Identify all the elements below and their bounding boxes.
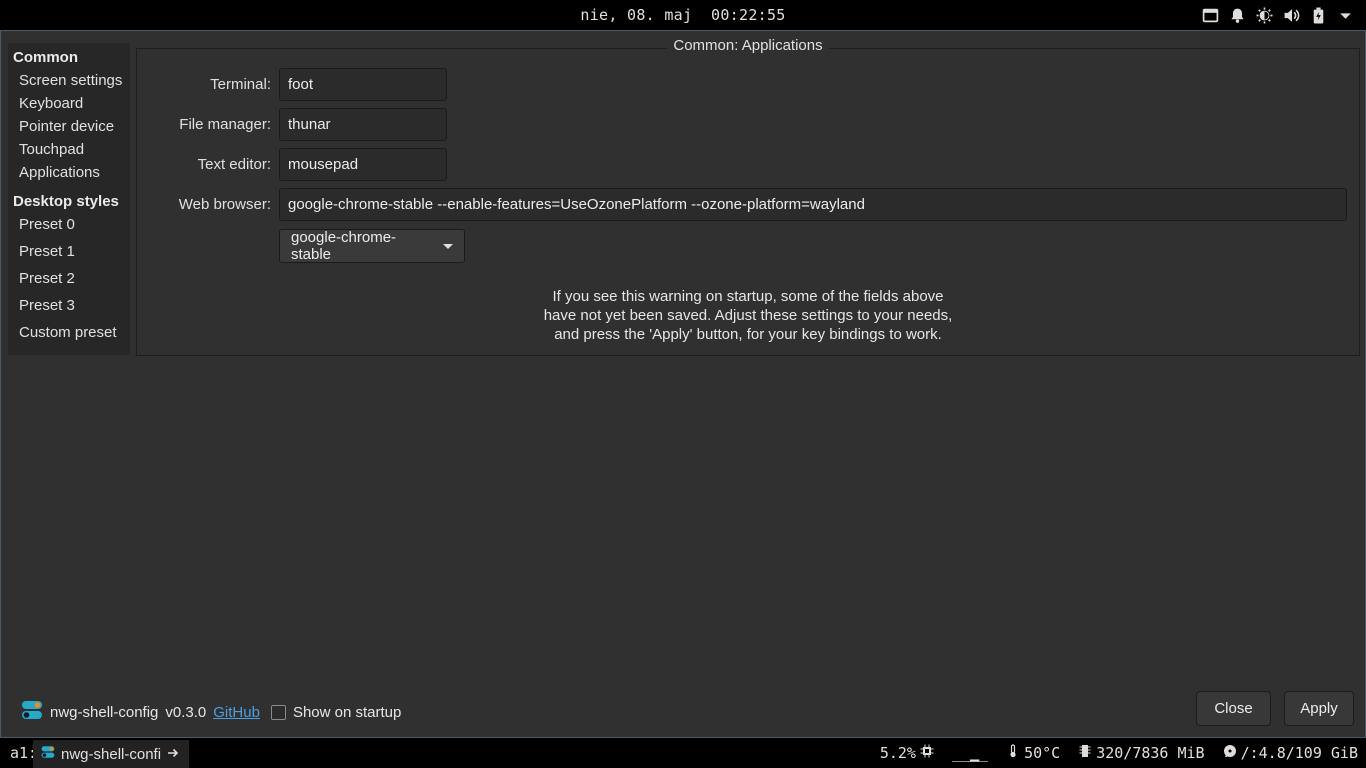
memory-status: 320/7836 MiB [1078, 744, 1205, 762]
status-area: 5.2% __▁_ 50°C 320/7836 MiB /:4.8/109 Gi… [880, 744, 1358, 762]
terminal-field[interactable]: foot [279, 68, 447, 101]
window-icon[interactable] [1202, 7, 1219, 24]
cpu-status: 5.2% [880, 744, 934, 762]
sidebar-item-touchpad[interactable]: Touchpad [19, 141, 84, 158]
bell-icon[interactable] [1229, 7, 1246, 24]
text-editor-label: Text editor: [197, 156, 271, 173]
web-browser-field[interactable]: google-chrome-stable --enable-features=U… [279, 188, 1347, 221]
chevron-down-icon [443, 243, 453, 249]
brightness-icon[interactable] [1256, 7, 1273, 24]
volume-icon[interactable] [1283, 7, 1300, 24]
arrow-right-icon [167, 746, 179, 763]
sidebar: Common Screen settings Keyboard Pointer … [8, 43, 130, 355]
settings-window: Common Screen settings Keyboard Pointer … [0, 30, 1366, 738]
show-on-startup-label[interactable]: Show on startup [293, 704, 401, 721]
sidebar-heading-desktop-styles: Desktop styles [13, 193, 119, 210]
disk-status: /:4.8/109 GiB [1223, 744, 1358, 762]
taskbar: a1: nwg-shell-confi 5.2% __▁_ 50°C 320/7… [0, 738, 1366, 768]
cpu-icon [920, 744, 934, 762]
sidebar-item-custom-preset[interactable]: Custom preset [19, 324, 117, 341]
disk-value: /:4.8/109 GiB [1240, 744, 1358, 762]
temperature-status: 50°C [1006, 744, 1060, 762]
web-browser-label: Web browser: [178, 196, 271, 213]
browser-select[interactable]: google-chrome-stable [279, 229, 465, 263]
show-on-startup-checkbox[interactable] [270, 704, 286, 720]
app-name: nwg-shell-config [50, 703, 159, 721]
file-manager-label: File manager: [179, 116, 271, 133]
sidebar-item-applications[interactable]: Applications [19, 164, 100, 181]
sidebar-item-keyboard[interactable]: Keyboard [19, 95, 83, 112]
disk-icon [1223, 744, 1237, 762]
window-footer: nwg-shell-config v0.3.0 GitHub Show on s… [21, 700, 401, 724]
memory-value: 320/7836 MiB [1096, 744, 1205, 762]
text-editor-field[interactable]: mousepad [279, 148, 447, 181]
sidebar-item-preset-0[interactable]: Preset 0 [19, 216, 75, 233]
thermometer-icon [1006, 744, 1020, 762]
browser-select-value: google-chrome-stable [291, 229, 397, 263]
task-app-icon [41, 745, 55, 763]
chevron-down-icon[interactable] [1337, 7, 1354, 24]
sidebar-item-preset-3[interactable]: Preset 3 [19, 297, 75, 314]
terminal-label: Terminal: [210, 76, 271, 93]
clock[interactable]: nie, 08. maj 00:22:55 [0, 6, 1366, 24]
sidebar-item-preset-2[interactable]: Preset 2 [19, 270, 75, 287]
apply-button[interactable]: Apply [1284, 691, 1354, 726]
memory-icon [1078, 744, 1092, 762]
sidebar-item-screen-settings[interactable]: Screen settings [19, 72, 122, 89]
close-button[interactable]: Close [1196, 691, 1271, 726]
app-logo-icon [21, 699, 43, 725]
file-manager-field[interactable]: thunar [279, 108, 447, 141]
app-version: v0.3.0 [165, 703, 207, 721]
system-tray [1202, 6, 1354, 24]
cpu-value: 5.2% [879, 744, 916, 762]
temperature-value: 50°C [1024, 744, 1061, 762]
task-label: nwg-shell-confi [61, 745, 162, 763]
top-bar: nie, 08. maj 00:22:55 [0, 0, 1366, 30]
battery-icon[interactable] [1310, 7, 1327, 24]
sidebar-item-pointer-device[interactable]: Pointer device [19, 118, 114, 135]
frame-title: Common: Applications [136, 37, 1360, 54]
load-graph: __▁_ [951, 744, 989, 762]
sidebar-heading-common: Common [13, 49, 78, 66]
taskbar-task[interactable]: nwg-shell-confi [33, 740, 189, 768]
startup-warning: If you see this warning on startup, some… [543, 288, 953, 343]
sidebar-item-preset-1[interactable]: Preset 1 [19, 243, 75, 260]
github-link[interactable]: GitHub [213, 704, 260, 721]
